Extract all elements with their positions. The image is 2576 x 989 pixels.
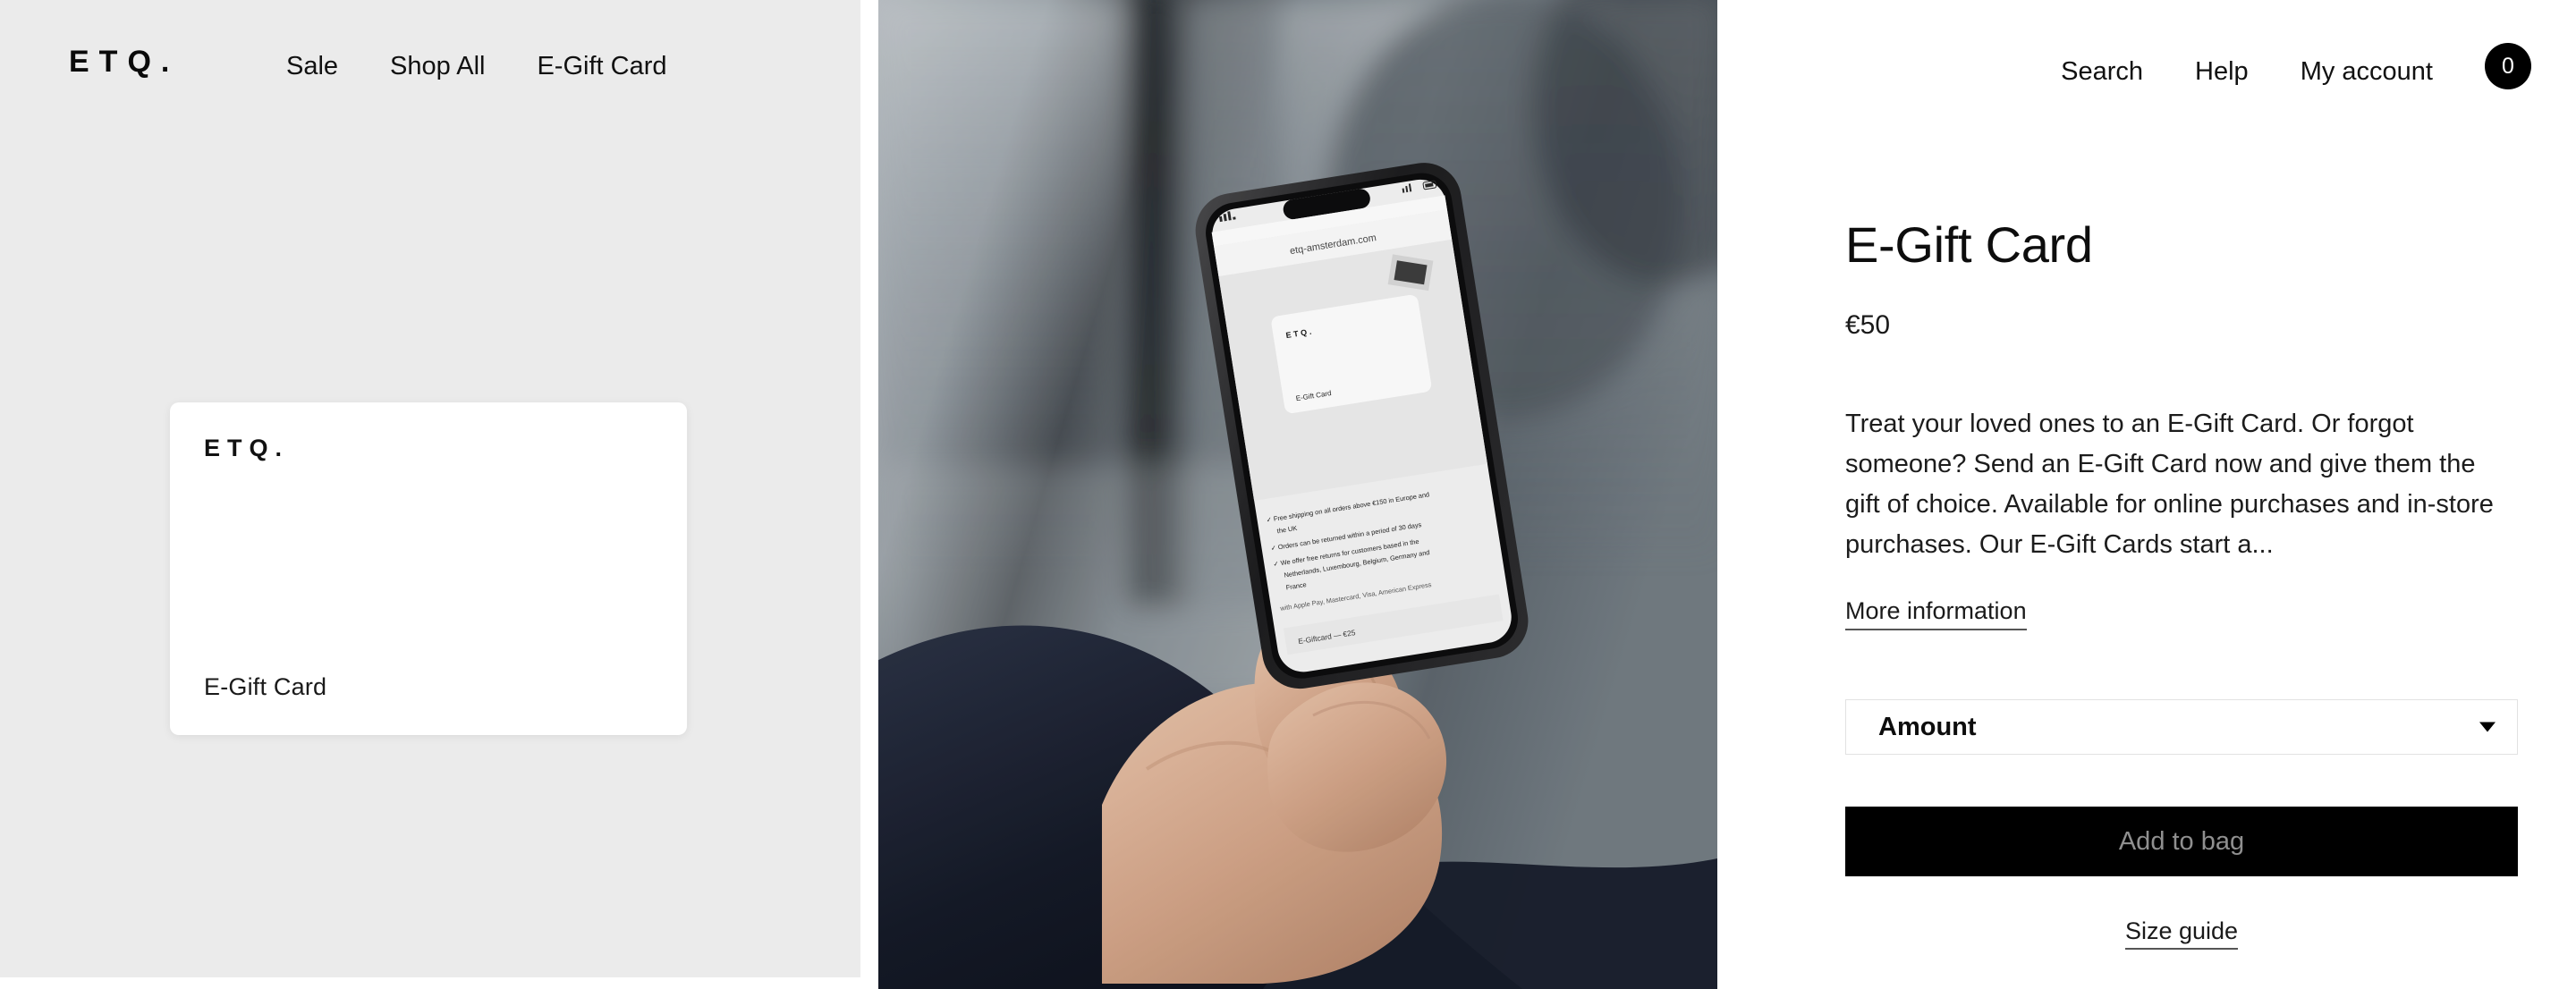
gallery-panel: ETQ. E-Gift Card bbox=[0, 0, 860, 977]
gift-card-logo: ETQ. bbox=[204, 435, 290, 461]
chevron-down-icon bbox=[2479, 722, 2496, 732]
size-guide-label: Size guide bbox=[2124, 917, 2239, 950]
add-to-bag-button[interactable]: Add to bag bbox=[1845, 807, 2518, 876]
product-price: €50 bbox=[1845, 310, 1891, 340]
product-photo[interactable]: etq-amsterdam.com ETQ. E-Gift Card ✓ Fre… bbox=[878, 0, 1717, 989]
size-guide-link[interactable]: Size guide bbox=[1845, 917, 2518, 950]
brand-logo[interactable]: ETQ. bbox=[69, 46, 179, 77]
gift-card-caption: E-Gift Card bbox=[204, 673, 327, 700]
amount-select[interactable]: Amount bbox=[1845, 699, 2518, 755]
nav-e-gift-card[interactable]: E-Gift Card bbox=[537, 54, 666, 80]
gift-card-thumbnail[interactable]: ETQ. E-Gift Card bbox=[170, 402, 687, 735]
page-title: E-Gift Card bbox=[1845, 216, 2093, 273]
product-info-column: E-Gift Card €50 Treat your loved ones to… bbox=[1845, 0, 2518, 989]
amount-select-label: Amount bbox=[1878, 712, 1977, 741]
nav-sale[interactable]: Sale bbox=[286, 54, 338, 80]
nav-shop-all[interactable]: Shop All bbox=[390, 54, 485, 80]
product-description: Treat your loved ones to an E-Gift Card.… bbox=[1845, 410, 2494, 559]
product-page: ETQ. E-Gift Card etq-amsterdam.com ETQ. … bbox=[0, 0, 2576, 989]
primary-navigation: Sale Shop All E-Gift Card bbox=[286, 54, 667, 80]
product-photo-image: etq-amsterdam.com ETQ. E-Gift Card ✓ Fre… bbox=[878, 0, 1717, 989]
more-information-link[interactable]: More information bbox=[1845, 597, 2027, 630]
